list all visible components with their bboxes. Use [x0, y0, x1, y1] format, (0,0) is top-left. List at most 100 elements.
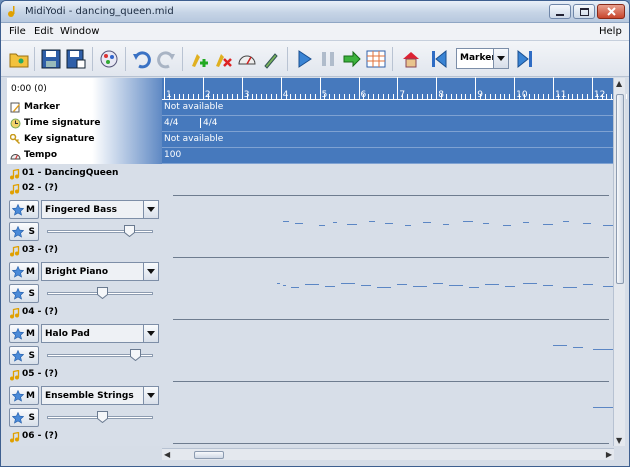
- marker-select-value: Marker: [460, 53, 496, 63]
- time-signature-a: 4/4: [164, 118, 179, 128]
- chevron-down-icon[interactable]: [143, 201, 158, 218]
- save-as-button[interactable]: [64, 47, 88, 71]
- edit-button[interactable]: [259, 47, 283, 71]
- pause-icon: [322, 52, 334, 66]
- menu-edit[interactable]: Edit: [34, 26, 53, 37]
- marker-label: Marker: [7, 100, 162, 116]
- redo-button[interactable]: [154, 47, 178, 71]
- forward-button[interactable]: [340, 47, 364, 71]
- grid-button[interactable]: [364, 47, 388, 71]
- scroll-up-icon[interactable]: ▲: [616, 79, 622, 88]
- save-button[interactable]: [39, 47, 63, 71]
- minimize-button[interactable]: [549, 4, 571, 19]
- pause-button[interactable]: [316, 47, 340, 71]
- chevron-down-icon[interactable]: [143, 387, 158, 404]
- bar-line: [436, 77, 438, 99]
- instrument-select[interactable]: Halo Pad: [41, 324, 159, 343]
- track-header[interactable]: 05 - (?): [7, 368, 162, 383]
- next-marker-button[interactable]: [513, 47, 537, 71]
- mute-button[interactable]: M: [9, 262, 39, 281]
- metronome-button[interactable]: [235, 47, 259, 71]
- volume-slider-knob[interactable]: [130, 349, 141, 362]
- beat-tick: [343, 94, 345, 99]
- solo-button[interactable]: S: [9, 408, 39, 427]
- mute-button[interactable]: M: [9, 324, 39, 343]
- tempo-row: Tempo 100: [7, 148, 613, 164]
- star-icon: [12, 328, 24, 340]
- solo-button[interactable]: S: [9, 346, 39, 365]
- settings-button[interactable]: [97, 47, 121, 71]
- star-icon: [12, 266, 24, 278]
- track-header[interactable]: 02 - (?): [7, 182, 162, 197]
- instrument-select[interactable]: Fingered Bass: [41, 200, 159, 219]
- menu-window[interactable]: Window: [60, 26, 99, 37]
- play-button[interactable]: [292, 47, 316, 71]
- home-button[interactable]: [399, 47, 423, 71]
- volume-slider[interactable]: [47, 230, 153, 233]
- midi-note: [563, 221, 569, 222]
- timeline-ruler[interactable]: 123456789101112: [162, 77, 627, 100]
- forward-icon: [343, 50, 361, 68]
- beat-tick: [416, 94, 418, 99]
- scroll-left-icon[interactable]: ◀: [164, 450, 170, 459]
- midi-note: [319, 225, 325, 226]
- star-icon: [12, 390, 24, 402]
- mute-button[interactable]: M: [9, 386, 39, 405]
- beat-tick: [256, 94, 258, 99]
- vertical-scrollbar[interactable]: ▲ ▼: [613, 78, 625, 446]
- scroll-right-icon[interactable]: ▶: [606, 450, 612, 459]
- tempo-value[interactable]: 100: [162, 148, 613, 164]
- volume-slider-knob[interactable]: [97, 287, 108, 300]
- mute-button[interactable]: M: [9, 200, 39, 219]
- instrument-select[interactable]: Ensemble Strings: [41, 386, 159, 405]
- key-signature-value[interactable]: Not available: [162, 132, 613, 148]
- vertical-scroll-thumb[interactable]: [616, 94, 624, 284]
- open-button[interactable]: [7, 47, 31, 71]
- beat-tick: [246, 94, 248, 99]
- title-bar: MidiYodi - dancing_queen.mid: [1, 1, 629, 23]
- horizontal-scroll-thumb[interactable]: [194, 451, 224, 459]
- horizontal-scrollbar[interactable]: ◀ ▶: [162, 448, 614, 460]
- tempo-gauge-icon: [10, 154, 21, 160]
- chevron-down-icon[interactable]: [143, 325, 158, 342]
- close-button[interactable]: [597, 4, 625, 19]
- menu-file[interactable]: File: [9, 26, 26, 37]
- marker-select[interactable]: Marker: [456, 48, 509, 69]
- track-header[interactable]: 01 - DancingQueen: [7, 167, 162, 182]
- beat-tick: [188, 94, 190, 99]
- beat-tick: [373, 94, 375, 99]
- midi-note: [593, 407, 615, 408]
- bar-line: [202, 77, 204, 99]
- menu-help[interactable]: Help: [599, 26, 622, 37]
- beat-tick: [173, 94, 175, 99]
- volume-slider-knob[interactable]: [97, 411, 108, 424]
- maximize-button[interactable]: [573, 4, 595, 19]
- maximize-icon: [579, 7, 589, 16]
- chevron-down-icon[interactable]: [493, 49, 508, 68]
- track-header[interactable]: 03 - (?): [7, 244, 162, 259]
- star-icon: [12, 412, 24, 424]
- time-signature-values[interactable]: 4/4 4/4: [162, 116, 613, 132]
- midi-note: [443, 224, 449, 225]
- add-track-button[interactable]: [187, 47, 211, 71]
- solo-button[interactable]: S: [9, 222, 39, 241]
- midi-note: [485, 284, 499, 285]
- midi-note: [347, 224, 357, 225]
- solo-button[interactable]: S: [9, 284, 39, 303]
- track-name: 01 - DancingQueen: [22, 168, 119, 178]
- track-lane-divider: [173, 195, 609, 196]
- marker-value[interactable]: Not available: [162, 100, 613, 116]
- bar-line: [475, 77, 477, 99]
- chevron-down-icon[interactable]: [143, 263, 158, 280]
- midi-note: [469, 287, 479, 288]
- midi-note: [361, 285, 371, 286]
- instrument-select[interactable]: Bright Piano: [41, 262, 159, 281]
- track-header[interactable]: 04 - (?): [7, 306, 162, 321]
- volume-slider-knob[interactable]: [124, 225, 135, 238]
- track-header[interactable]: 06 - (?): [7, 430, 162, 445]
- beat-tick: [421, 94, 423, 99]
- remove-track-button[interactable]: [211, 47, 235, 71]
- scroll-down-icon[interactable]: ▼: [616, 436, 622, 445]
- prev-marker-button[interactable]: [427, 47, 451, 71]
- undo-button[interactable]: [130, 47, 154, 71]
